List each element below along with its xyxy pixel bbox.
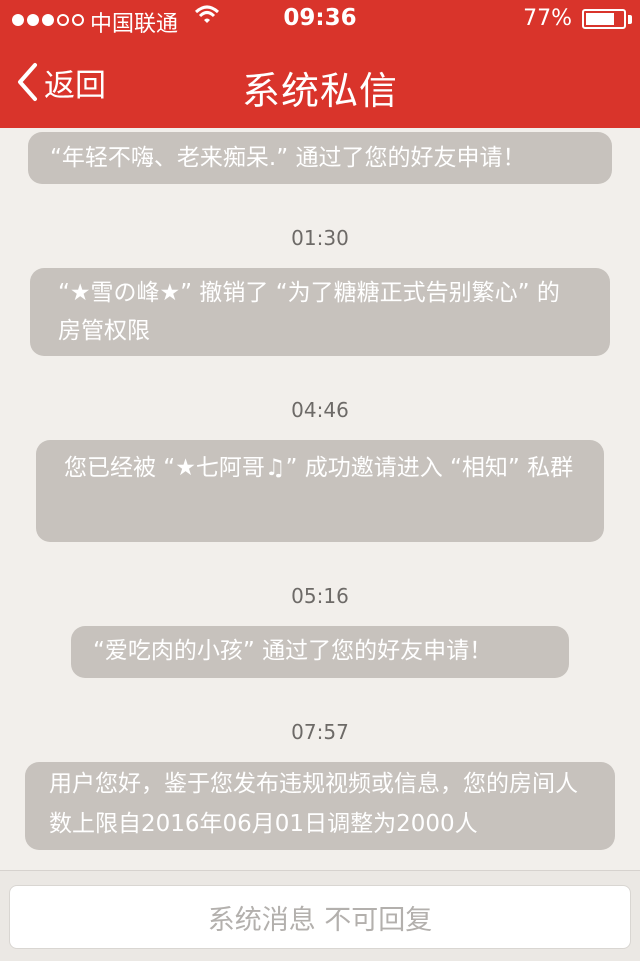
- input-placeholder: 系统消息 不可回复: [207, 904, 433, 936]
- message-bubble: “爱吃肉的小孩” 通过了您的好友申请！: [71, 626, 569, 678]
- message-bubble: 用户您好，鉴于您发布违规视频或信息，您的房间人数上限自2016年06月01日调整…: [25, 762, 615, 850]
- reply-input[interactable]: 系统消息 不可回复: [9, 885, 631, 949]
- message-text: “★雪の峰★” 撤销了 “为了糖糖正式告别繁心” 的房管权限: [58, 280, 560, 344]
- message-bubble: 您已经被 “★七阿哥♫” 成功邀请进入 “相知” 私群: [36, 440, 604, 542]
- battery-icon: [582, 9, 626, 29]
- message-timestamp: 07:57: [291, 720, 349, 744]
- message-bubble: “★雪の峰★” 撤销了 “为了糖糖正式告别繁心” 的房管权限: [30, 268, 610, 356]
- message-timestamp: 04:46: [291, 398, 349, 422]
- message-timestamp: 05:16: [291, 584, 349, 608]
- app-header: 中国联通 09:36 77% 返回 系统私信: [0, 0, 640, 128]
- message-text: “年轻不嗨、老来痴呆.” 通过了您的好友申请！: [50, 145, 526, 171]
- battery-percent: 77%: [523, 6, 572, 31]
- nav-bar: 返回 系统私信: [0, 40, 640, 128]
- message-bubble: “年轻不嗨、老来痴呆.” 通过了您的好友申请！: [28, 132, 612, 184]
- status-bar: 中国联通 09:36 77%: [0, 0, 640, 40]
- message-text: “爱吃肉的小孩” 通过了您的好友申请！: [93, 638, 493, 664]
- message-text: 您已经被 “★七阿哥♫” 成功邀请进入 “相知” 私群: [64, 455, 574, 481]
- battery-tip: [628, 15, 632, 24]
- message-timestamp: 01:30: [291, 226, 349, 250]
- input-bar: 系统消息 不可回复: [0, 870, 640, 961]
- page-title: 系统私信: [241, 69, 398, 113]
- message-text: 用户您好，鉴于您发布违规视频或信息，您的房间人数上限自2016年06月01日调整…: [49, 771, 578, 837]
- message-list[interactable]: “年轻不嗨、老来痴呆.” 通过了您的好友申请！ 01:30 “★雪の峰★” 撤销…: [0, 128, 640, 870]
